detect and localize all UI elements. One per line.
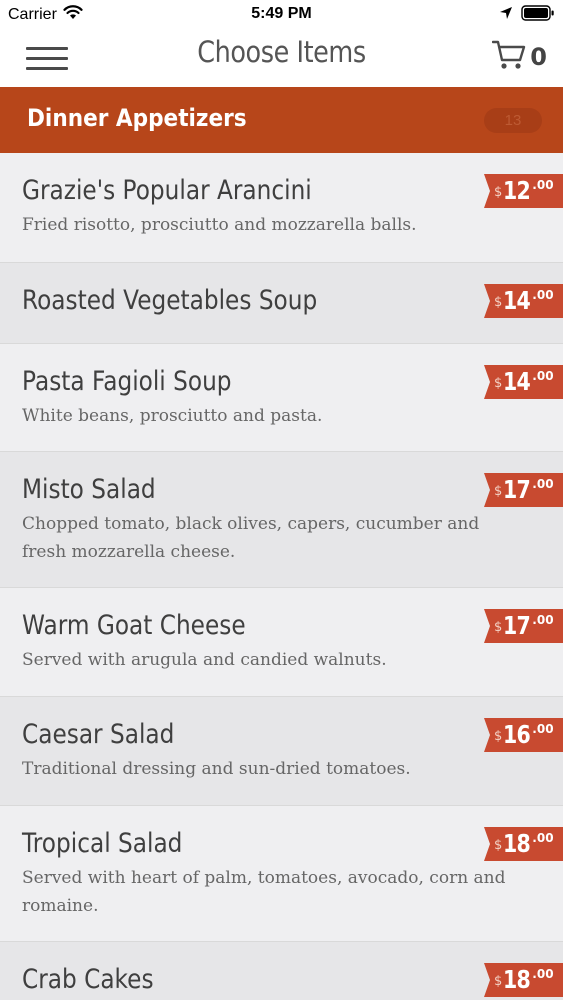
cart-count: 0 xyxy=(530,43,547,71)
price-cents: .00 xyxy=(532,967,554,981)
category-count-badge: 13 xyxy=(484,108,542,133)
category-title: Dinner Appetizers xyxy=(27,104,247,132)
item-name: Caesar Salad xyxy=(22,719,175,750)
price-currency: $ xyxy=(494,729,503,744)
price-tag[interactable]: $ 18 .00 xyxy=(484,827,563,861)
price-tag[interactable]: $ 14 .00 xyxy=(484,365,563,399)
item-name: Grazie's Popular Arancini xyxy=(22,175,312,206)
menu-item[interactable]: Caesar Salad Traditional dressing and su… xyxy=(0,697,563,806)
price-currency: $ xyxy=(494,838,503,853)
price-tag[interactable]: $ 12 .00 xyxy=(484,174,563,208)
price-whole: 12 xyxy=(503,176,531,205)
menu-item[interactable]: Roasted Vegetables Soup $ 14 .00 xyxy=(0,263,563,344)
price-tag[interactable]: $ 14 .00 xyxy=(484,284,563,318)
item-name: Warm Goat Cheese xyxy=(22,610,246,641)
price-cents: .00 xyxy=(532,178,554,192)
menu-item[interactable]: Pasta Fagioli Soup White beans, prosciut… xyxy=(0,344,563,452)
item-name: Roasted Vegetables Soup xyxy=(22,285,318,316)
category-header[interactable]: Dinner Appetizers 13 xyxy=(0,87,563,153)
price-currency: $ xyxy=(494,376,503,391)
price-currency: $ xyxy=(494,620,503,635)
price-cents: .00 xyxy=(532,369,554,383)
price-tag[interactable]: $ 16 .00 xyxy=(484,718,563,752)
menu-item[interactable]: Tropical Salad Served with heart of palm… xyxy=(0,806,563,942)
battery-icon xyxy=(521,5,555,26)
price-currency: $ xyxy=(494,295,503,310)
item-description: Served with heart of palm, tomatoes, avo… xyxy=(22,868,506,916)
status-right xyxy=(499,5,555,26)
price-cents: .00 xyxy=(532,831,554,845)
price-whole: 18 xyxy=(503,965,531,994)
price-tag[interactable]: $ 18 .00 xyxy=(484,963,563,997)
status-time: 5:49 PM xyxy=(251,5,312,22)
status-bar: Carrier 5:49 PM xyxy=(0,0,563,30)
menu-item[interactable]: Misto Salad Chopped tomato, black olives… xyxy=(0,452,563,588)
menu-item[interactable]: Grazie's Popular Arancini Fried risotto,… xyxy=(0,153,563,263)
price-whole: 17 xyxy=(503,611,531,640)
price-tag[interactable]: $ 17 .00 xyxy=(484,473,563,507)
cart-button[interactable]: 0 xyxy=(492,37,547,77)
price-currency: $ xyxy=(494,484,503,499)
menu-item[interactable]: Crab Cakes $ 18 .00 xyxy=(0,942,563,1000)
location-arrow-icon xyxy=(499,6,513,25)
price-whole: 14 xyxy=(503,286,531,315)
price-whole: 17 xyxy=(503,475,531,504)
price-currency: $ xyxy=(494,185,503,200)
menu-item[interactable]: Warm Goat Cheese Served with arugula and… xyxy=(0,588,563,697)
item-name: Tropical Salad xyxy=(22,828,183,859)
item-name: Crab Cakes xyxy=(22,964,154,995)
cart-icon xyxy=(492,39,526,76)
price-cents: .00 xyxy=(532,613,554,627)
item-description: Served with arugula and candied walnuts. xyxy=(22,650,387,670)
menu-item-list: Grazie's Popular Arancini Fried risotto,… xyxy=(0,153,563,1000)
price-cents: .00 xyxy=(532,288,554,302)
price-whole: 14 xyxy=(503,367,531,396)
item-name: Misto Salad xyxy=(22,474,156,505)
item-description: Fried risotto, prosciutto and mozzarella… xyxy=(22,215,417,235)
item-description: Chopped tomato, black olives, capers, cu… xyxy=(22,514,480,562)
item-description: Traditional dressing and sun-dried tomat… xyxy=(22,759,411,779)
nav-bar: Choose Items 0 xyxy=(0,30,563,87)
price-cents: .00 xyxy=(532,722,554,736)
item-description: White beans, prosciutto and pasta. xyxy=(22,406,323,426)
price-whole: 16 xyxy=(503,720,531,749)
price-tag[interactable]: $ 17 .00 xyxy=(484,609,563,643)
price-whole: 18 xyxy=(503,829,531,858)
item-name: Pasta Fagioli Soup xyxy=(22,366,232,397)
price-currency: $ xyxy=(494,974,503,989)
page-title: Choose Items xyxy=(197,35,366,69)
price-cents: .00 xyxy=(532,477,554,491)
